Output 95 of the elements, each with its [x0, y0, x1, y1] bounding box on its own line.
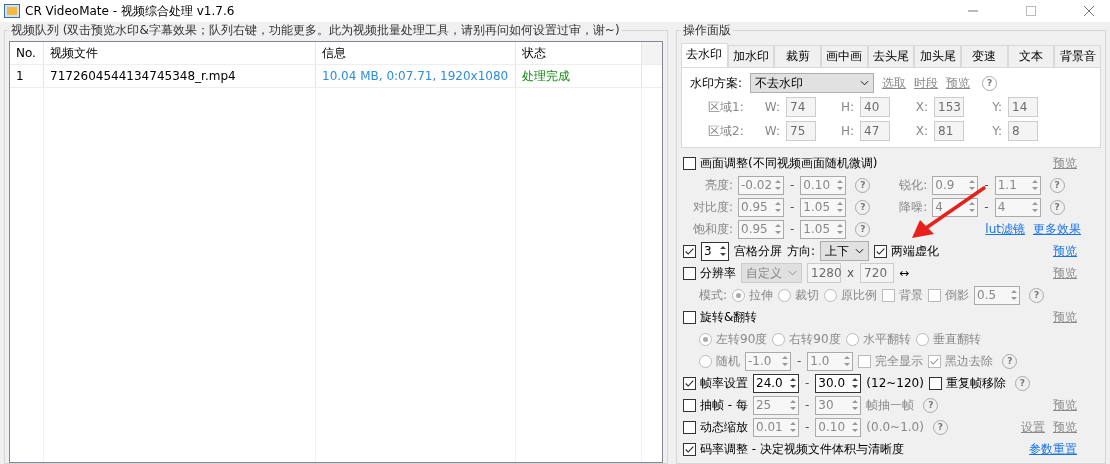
field-label: 区域1: — [708, 98, 745, 116]
column-header[interactable]: 信息 — [316, 42, 516, 64]
field-label: Y: — [991, 100, 1002, 114]
separator-text: - — [789, 200, 796, 214]
separator-text: - — [983, 200, 990, 214]
field-label: 亮度: — [703, 176, 733, 194]
film-icon — [4, 4, 20, 18]
field-label: X: — [914, 100, 928, 114]
tab[interactable]: 去头尾 — [867, 45, 915, 67]
separator-text: - — [789, 222, 796, 236]
field-label: H: — [839, 100, 854, 114]
tab[interactable]: 加水印 — [727, 45, 775, 67]
field-label: W: — [763, 124, 780, 138]
checkbox[interactable] — [683, 310, 696, 324]
maximize-icon[interactable] — [1026, 6, 1036, 16]
field-label: 降噪: — [898, 198, 928, 216]
option-text: (12~120) — [866, 376, 924, 390]
field-label: Y: — [991, 124, 1002, 138]
tab[interactable]: 背景音 — [1054, 45, 1102, 67]
dropdown[interactable]: 不去水印 — [750, 73, 875, 93]
checkbox[interactable] — [683, 156, 696, 170]
checkbox[interactable] — [683, 420, 696, 434]
input-field[interactable]: 153 — [934, 97, 964, 117]
dropdown[interactable]: 上下 — [820, 241, 870, 261]
option-text: 模式: — [699, 286, 728, 304]
checkbox[interactable] — [928, 376, 942, 390]
checkbox[interactable] — [683, 398, 696, 412]
link[interactable]: lut滤镜 — [985, 220, 1025, 238]
field-label: 区域2: — [708, 122, 745, 140]
option-label[interactable]: 帧率设置 — [700, 374, 748, 392]
field-label: W: — [763, 100, 780, 114]
table-cell: 处理完成 — [516, 65, 642, 87]
table-cell: 7172604544134745348_r.mp4 — [44, 65, 316, 87]
field-label: X: — [914, 124, 928, 138]
separator-text: - — [796, 354, 803, 368]
close-icon[interactable] — [1084, 6, 1094, 16]
input-field[interactable]: 74 — [786, 97, 816, 117]
tab[interactable]: 画中画 — [821, 45, 868, 67]
field-label: 饱和度: — [691, 220, 733, 238]
number-spinner[interactable]: 24.0 — [753, 373, 799, 393]
field-label: 水印方案: — [690, 74, 743, 92]
option-text: 宫格分屏 — [734, 242, 782, 260]
checkbox[interactable] — [683, 244, 696, 258]
window-title: CR VideoMate - 视频综合处理 v1.7.6 — [25, 2, 235, 20]
group-title: 视频队列 (双击预览水印&字幕效果；队列右键，功能更多。此为视频批量处理工具，请别再问如何设置过审，谢~) — [10, 22, 621, 39]
field-label: 锐化: — [898, 176, 928, 194]
link[interactable]: 预览 — [1053, 242, 1077, 260]
option-label[interactable]: 旋转&翻转 — [700, 308, 758, 326]
input-field[interactable]: 75 — [786, 121, 816, 141]
tab[interactable]: 加头尾 — [914, 45, 962, 67]
option-label[interactable]: 分辨率 — [700, 264, 736, 282]
input-field[interactable]: 40 — [860, 97, 890, 117]
chevron-down-icon — [855, 248, 865, 254]
checkbox[interactable] — [683, 376, 696, 390]
separator-text: - — [983, 178, 990, 192]
checkbox[interactable] — [683, 442, 696, 456]
chevron-down-icon — [860, 80, 870, 86]
option-text: ↔ — [899, 266, 910, 280]
column-header[interactable]: 状态 — [516, 42, 642, 64]
field-label: H: — [839, 124, 854, 138]
column-header[interactable]: No. — [10, 42, 44, 64]
input-field[interactable]: 14 — [1008, 97, 1038, 117]
link[interactable]: 更多效果 — [1033, 220, 1081, 238]
option-label[interactable]: 动态缩放 — [700, 418, 748, 436]
option-text: 帧抽一帧 — [866, 396, 915, 414]
input-field[interactable]: 81 — [934, 121, 964, 141]
column-header[interactable]: 视频文件 — [44, 42, 316, 64]
tab[interactable]: 变速 — [961, 45, 1008, 67]
separator-text: x — [846, 266, 856, 280]
option-label[interactable]: 抽帧 - 每 — [700, 396, 748, 414]
option-text: (0.0~1.0) — [866, 420, 924, 434]
separator-text: - — [789, 178, 796, 192]
separator-text: - — [804, 376, 811, 390]
chevron-down-icon — [788, 270, 797, 276]
option-text: 方向: — [787, 242, 816, 260]
tab[interactable]: 裁剪 — [774, 45, 821, 67]
link[interactable]: 参数重置 — [1029, 440, 1077, 458]
table-cell: 10.04 MB, 0:07.71, 1920x1080 — [316, 65, 516, 87]
group-title: 操作面版 — [682, 22, 732, 39]
option-label[interactable]: 两端虚化 — [891, 242, 940, 260]
tab[interactable]: 文本 — [1007, 45, 1055, 67]
separator-text: - — [803, 398, 811, 412]
table-cell: 1 — [10, 65, 44, 87]
tab[interactable]: 去水印 — [681, 43, 728, 67]
checkbox[interactable] — [683, 266, 696, 280]
input-field[interactable]: 47 — [860, 121, 890, 141]
option-label[interactable]: 码率调整 - 决定视频文件体积与清晰度 — [700, 440, 904, 458]
option-label[interactable]: 画面调整(不同视频画面随机微调) — [700, 154, 878, 172]
number-spinner[interactable]: 3 — [701, 241, 729, 261]
input-field[interactable]: 8 — [1008, 121, 1038, 141]
number-spinner[interactable]: 30.0 — [815, 373, 862, 393]
separator-text: - — [804, 420, 811, 434]
checkbox[interactable] — [874, 244, 888, 258]
field-label: 对比度: — [691, 198, 733, 216]
option-label[interactable]: 重复帧移除 — [945, 374, 1006, 392]
